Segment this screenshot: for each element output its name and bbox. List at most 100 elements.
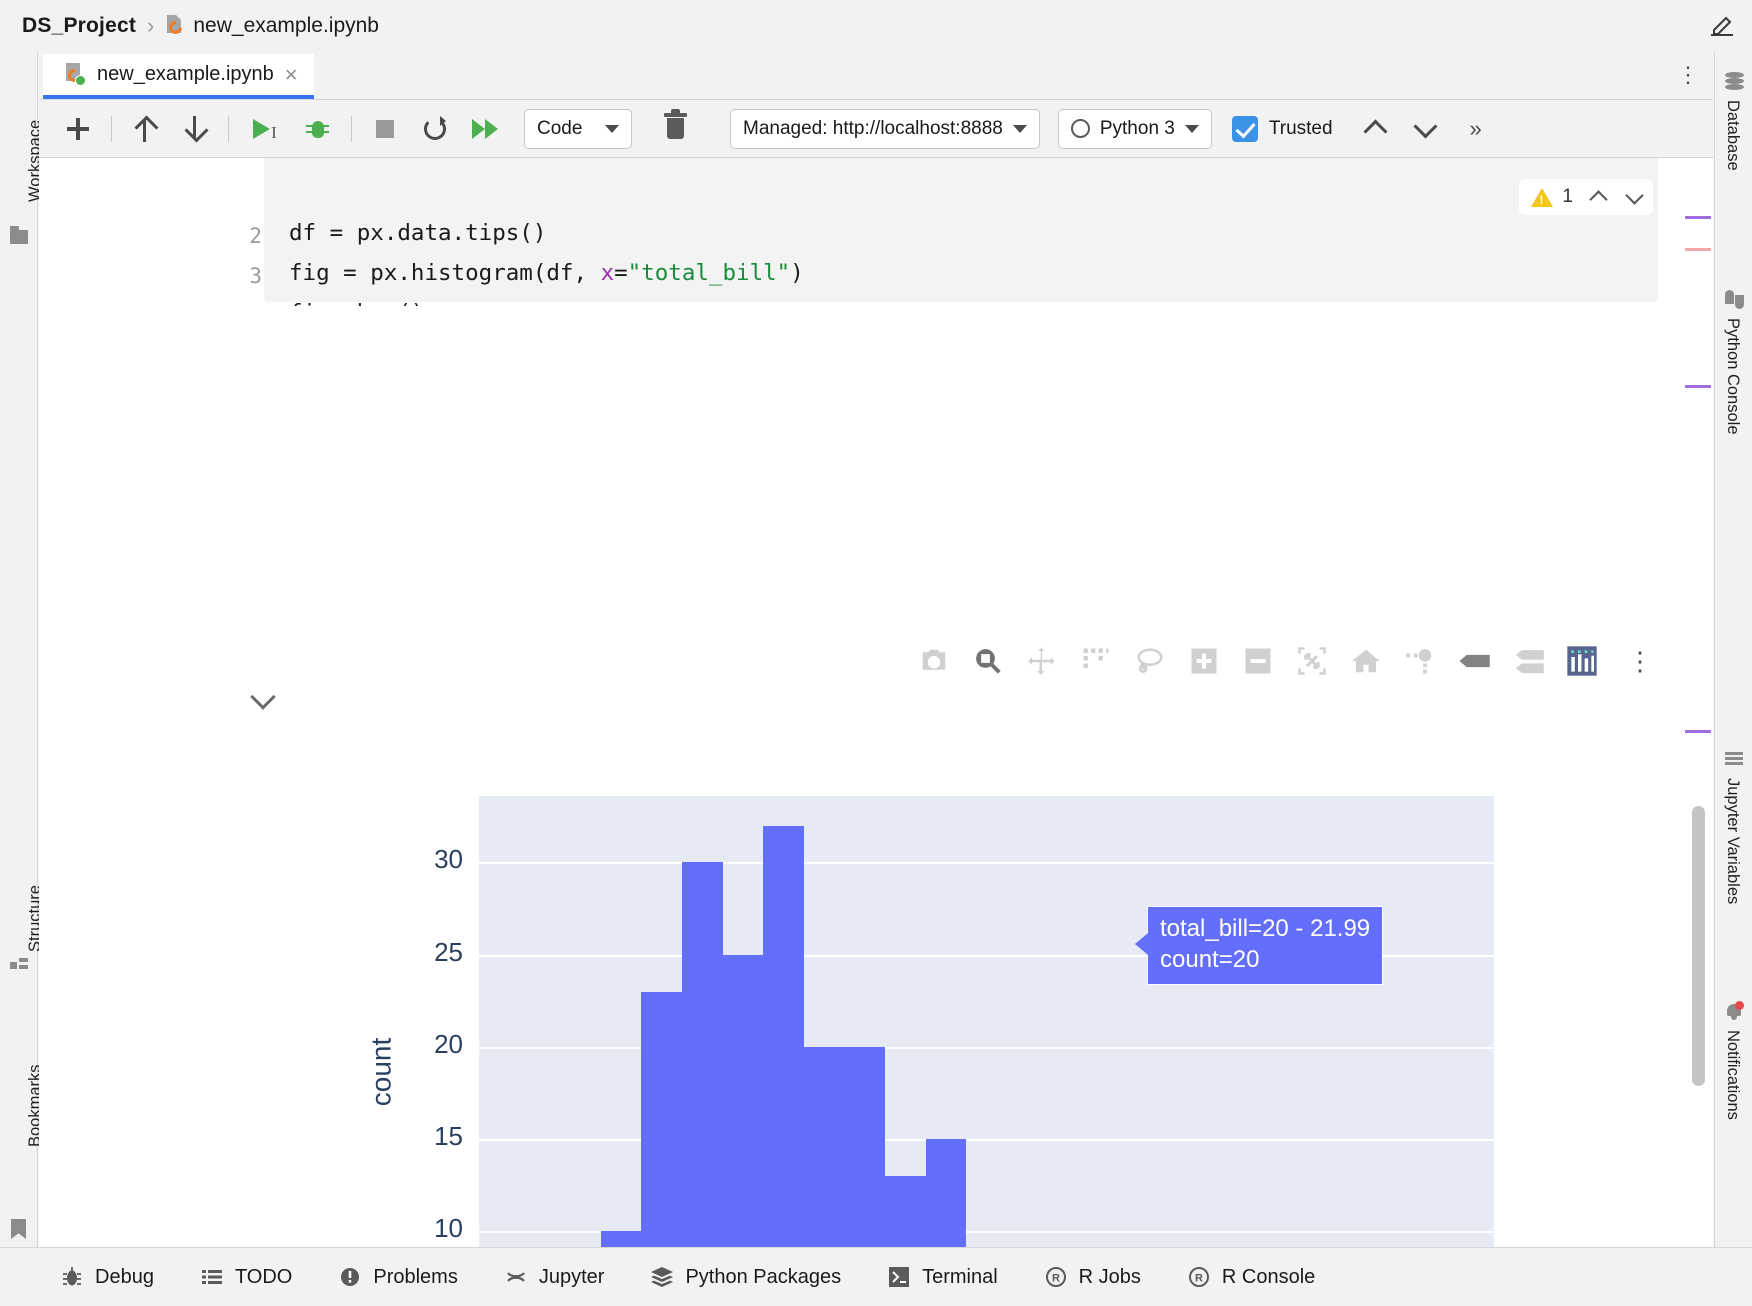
toolbar-divider [111, 115, 112, 142]
run-all-icon [472, 118, 498, 139]
stripe-mark[interactable] [1685, 248, 1711, 251]
camera-download-icon[interactable] [915, 642, 953, 680]
zoom-out-icon[interactable] [1239, 642, 1277, 680]
line-number: 3 [249, 264, 262, 288]
tab-options-icon[interactable]: ⋮ [1677, 64, 1699, 86]
plus-icon [67, 117, 89, 140]
notebook-running-icon [65, 63, 86, 86]
histogram-bar[interactable] [682, 862, 723, 1306]
debug-cell-button[interactable] [293, 107, 343, 151]
hover-tooltip: total_bill=20 - 21.99 count=20 [1134, 906, 1384, 986]
plotly-logo-icon[interactable] [1563, 642, 1601, 680]
cell-output: ⋮ 051015202530 1020304050 count total_bi… [39, 306, 1713, 1306]
sidebar-item-database[interactable]: Database [1723, 100, 1742, 171]
problems-icon [338, 1265, 362, 1289]
status-item-terminal[interactable]: Terminal [887, 1265, 998, 1289]
tooltip-line-1: total_bill=20 - 21.99 [1160, 915, 1371, 942]
close-icon[interactable]: × [285, 63, 298, 86]
delete-cell-button[interactable] [650, 107, 700, 151]
status-item-todo[interactable]: TODO [200, 1265, 292, 1289]
status-label: Jupyter [538, 1265, 605, 1288]
sidebar-item-notifications[interactable]: Notifications [1723, 1030, 1742, 1120]
histogram-plot[interactable]: 051015202530 1020304050 count total_bill… [365, 726, 1494, 1306]
database-icon[interactable] [1725, 72, 1744, 90]
r-icon: R [1187, 1265, 1211, 1289]
tab-new-example[interactable]: new_example.ipynb × [43, 54, 314, 99]
tab-strip: new_example.ipynb × ⋮ [39, 52, 1713, 100]
list-icon [200, 1265, 224, 1289]
histogram-bar[interactable] [763, 825, 804, 1306]
y-tick-label: 25 [434, 936, 463, 967]
zoom-box-icon[interactable] [969, 642, 1007, 680]
chevron-down-icon [1012, 124, 1027, 133]
status-item-debug[interactable]: Debug [60, 1265, 154, 1289]
cell-type-value: Code [537, 117, 583, 139]
trash-icon [663, 109, 687, 139]
hover-closest-icon[interactable] [1455, 642, 1493, 680]
sidebar-item-jupyter-variables[interactable]: Jupyter Variables [1723, 778, 1742, 904]
zoom-in-icon[interactable] [1185, 642, 1223, 680]
output-options-icon[interactable]: ⋮ [1627, 648, 1653, 674]
breadcrumb: DS_Project › new_example.ipynb [0, 0, 1752, 52]
toolbar-overflow-button[interactable]: » [1451, 107, 1501, 151]
lasso-select-icon[interactable] [1131, 642, 1169, 680]
bookmark-icon[interactable] [11, 1219, 26, 1239]
next-cell-button[interactable] [1401, 107, 1451, 151]
chevron-down-icon[interactable] [1625, 185, 1644, 205]
stripe-mark[interactable] [1685, 730, 1711, 733]
status-item-r-console[interactable]: R R Console [1187, 1265, 1315, 1289]
add-cell-button[interactable] [53, 107, 103, 151]
inspection-widget[interactable]: 1 [1519, 179, 1653, 215]
kernel-value: Python 3 [1099, 117, 1175, 139]
box-select-icon[interactable] [1077, 642, 1115, 680]
status-item-problems[interactable]: Problems [338, 1265, 458, 1289]
pan-icon[interactable] [1023, 642, 1061, 680]
overflow-chevrons-icon: » [1469, 115, 1482, 141]
breadcrumb-separator-icon: › [147, 13, 155, 38]
cell-type-select[interactable]: Code [524, 108, 632, 149]
trusted-toggle[interactable]: Trusted [1231, 115, 1333, 142]
reset-axes-icon[interactable] [1347, 642, 1385, 680]
warning-triangle-icon [1531, 187, 1554, 207]
breadcrumb-file[interactable]: new_example.ipynb [193, 14, 379, 38]
run-cell-button[interactable]: I [237, 107, 293, 151]
kernel-select[interactable]: Python 3 [1057, 108, 1212, 149]
move-cell-down-button[interactable] [170, 107, 220, 151]
hover-compare-icon[interactable] [1509, 642, 1547, 680]
restart-kernel-button[interactable] [410, 107, 460, 151]
right-tool-strip: Database Python Console Jupyter Variable… [1714, 52, 1752, 1247]
chevron-down-icon [1184, 124, 1199, 133]
edit-pencil-icon[interactable] [1708, 12, 1736, 40]
status-item-r-jobs[interactable]: R R Jobs [1044, 1265, 1141, 1289]
server-value: Managed: http://localhost:8888 [743, 117, 1003, 139]
run-all-button[interactable] [460, 107, 510, 151]
move-cell-up-button[interactable] [120, 107, 170, 151]
collapse-chevron-icon[interactable] [250, 684, 276, 710]
jupyter-server-select[interactable]: Managed: http://localhost:8888 [730, 108, 1040, 149]
status-label: R Jobs [1078, 1265, 1141, 1288]
code-cell[interactable]: 2 df = px.data.tips() 3 fig = px.histogr… [39, 158, 1713, 306]
toggle-spikelines-icon[interactable] [1401, 642, 1439, 680]
python-icon[interactable] [1725, 290, 1744, 309]
packages-icon [650, 1265, 674, 1289]
breadcrumb-project[interactable]: DS_Project [22, 14, 136, 38]
structure-icon[interactable] [10, 958, 28, 972]
folder-icon[interactable] [10, 226, 28, 244]
autoscale-icon[interactable] [1293, 642, 1331, 680]
sidebar-item-python-console[interactable]: Python Console [1723, 318, 1742, 435]
status-item-python-packages[interactable]: Python Packages [650, 1265, 841, 1289]
status-item-jupyter[interactable]: Jupyter [504, 1265, 605, 1289]
y-tick-label: 10 [434, 1213, 463, 1244]
run-triangle-icon [253, 118, 271, 139]
chevron-up-icon[interactable] [1589, 189, 1608, 209]
stripe-mark[interactable] [1685, 385, 1711, 388]
caret-icon: I [271, 123, 277, 142]
bell-icon[interactable] [1726, 1001, 1744, 1020]
output-scrollbar[interactable] [1692, 806, 1705, 1086]
left-tool-strip: Workspace Structure Bookmarks [0, 52, 44, 1247]
previous-cell-button[interactable] [1351, 107, 1401, 151]
stripe-mark[interactable] [1685, 216, 1711, 219]
interrupt-kernel-button[interactable] [360, 107, 410, 151]
variables-icon[interactable] [1725, 752, 1743, 766]
y-axis-label: count [365, 1037, 397, 1107]
